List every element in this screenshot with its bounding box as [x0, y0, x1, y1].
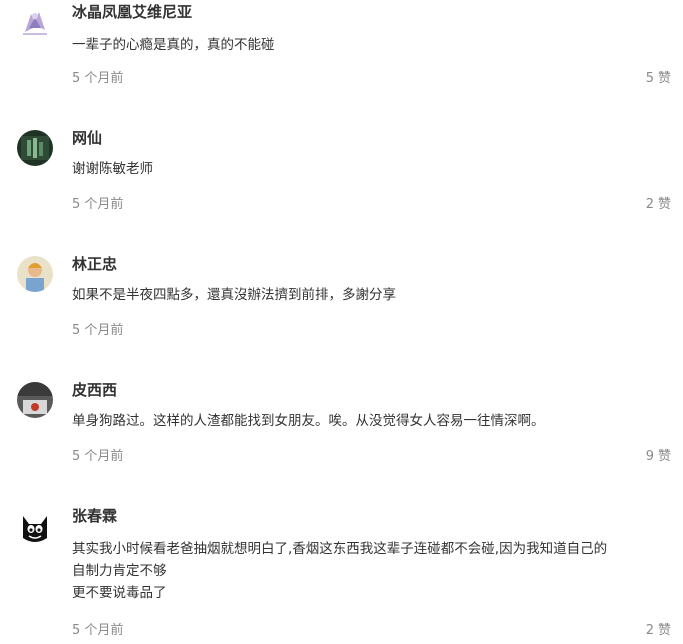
avatar[interactable] — [17, 256, 53, 292]
comment-time: 5 个月前 — [72, 197, 124, 212]
avatar[interactable] — [17, 130, 53, 166]
comment-username[interactable]: 林正忠 — [72, 254, 117, 274]
comment-time: 5 个月前 — [72, 449, 124, 464]
avatar[interactable] — [17, 508, 53, 544]
comment-text-line: 谢谢陈敏老师 — [72, 161, 153, 177]
comment-text: 其实我小时候看老爸抽烟就想明白了,香烟这东西我这辈子连碰都不会碰,因为我知道自己… — [72, 538, 672, 604]
comment-text: 单身狗路过。这样的人渣都能找到女朋友。唉。从没觉得女人容易一往情深啊。 — [72, 410, 672, 432]
like-label: 赞 — [657, 197, 671, 212]
comment-username[interactable]: 冰晶凤凰艾维尼亚 — [72, 2, 192, 22]
comment-time: 5 个月前 — [72, 71, 124, 86]
comment-text-line: 如果不是半夜四點多，還真沒辦法擠到前排，多謝分享 — [72, 287, 396, 303]
avatar-dragon-icon — [17, 4, 53, 40]
avatar[interactable] — [17, 4, 53, 40]
like-label: 赞 — [657, 623, 671, 638]
comment-text: 如果不是半夜四點多，還真沒辦法擠到前排，多謝分享 — [72, 284, 672, 306]
comment-time: 5 个月前 — [72, 623, 124, 638]
like-count: 2 — [645, 197, 654, 212]
like-button[interactable]: 2赞 — [646, 622, 671, 640]
like-button[interactable]: 5赞 — [646, 70, 671, 88]
comment-username[interactable]: 皮西西 — [72, 380, 117, 400]
comment-text-line: 单身狗路过。这样的人渣都能找到女朋友。唉。从没觉得女人容易一往情深啊。 — [72, 413, 545, 429]
comment-text-line: 其实我小时候看老爸抽烟就想明白了,香烟这东西我这辈子连碰都不会碰,因为我知道自己… — [72, 541, 608, 557]
comment-username[interactable]: 网仙 — [72, 128, 102, 148]
comment-text-line: 自制力肯定不够 — [72, 563, 167, 579]
like-count: 5 — [645, 71, 654, 86]
avatar[interactable] — [17, 382, 53, 418]
like-button[interactable]: 2赞 — [646, 196, 671, 214]
like-label: 赞 — [657, 71, 671, 86]
avatar-cat-icon — [17, 508, 53, 544]
comment-text: 一辈子的心瘾是真的，真的不能碰 — [72, 34, 672, 56]
like-button[interactable]: 9赞 — [646, 448, 671, 466]
comment-username[interactable]: 张春霖 — [72, 506, 117, 526]
avatar-icon — [17, 382, 53, 418]
like-count: 9 — [645, 449, 654, 464]
like-label: 赞 — [657, 449, 671, 464]
comment-text: 谢谢陈敏老师 — [72, 158, 672, 180]
comment-text-line: 更不要说毒品了 — [72, 585, 167, 601]
comment-text-line: 一辈子的心瘾是真的，真的不能碰 — [72, 37, 275, 53]
comment-time: 5 个月前 — [72, 323, 124, 338]
like-count: 2 — [645, 623, 654, 638]
avatar-icon — [17, 130, 53, 166]
avatar-icon — [17, 256, 53, 292]
